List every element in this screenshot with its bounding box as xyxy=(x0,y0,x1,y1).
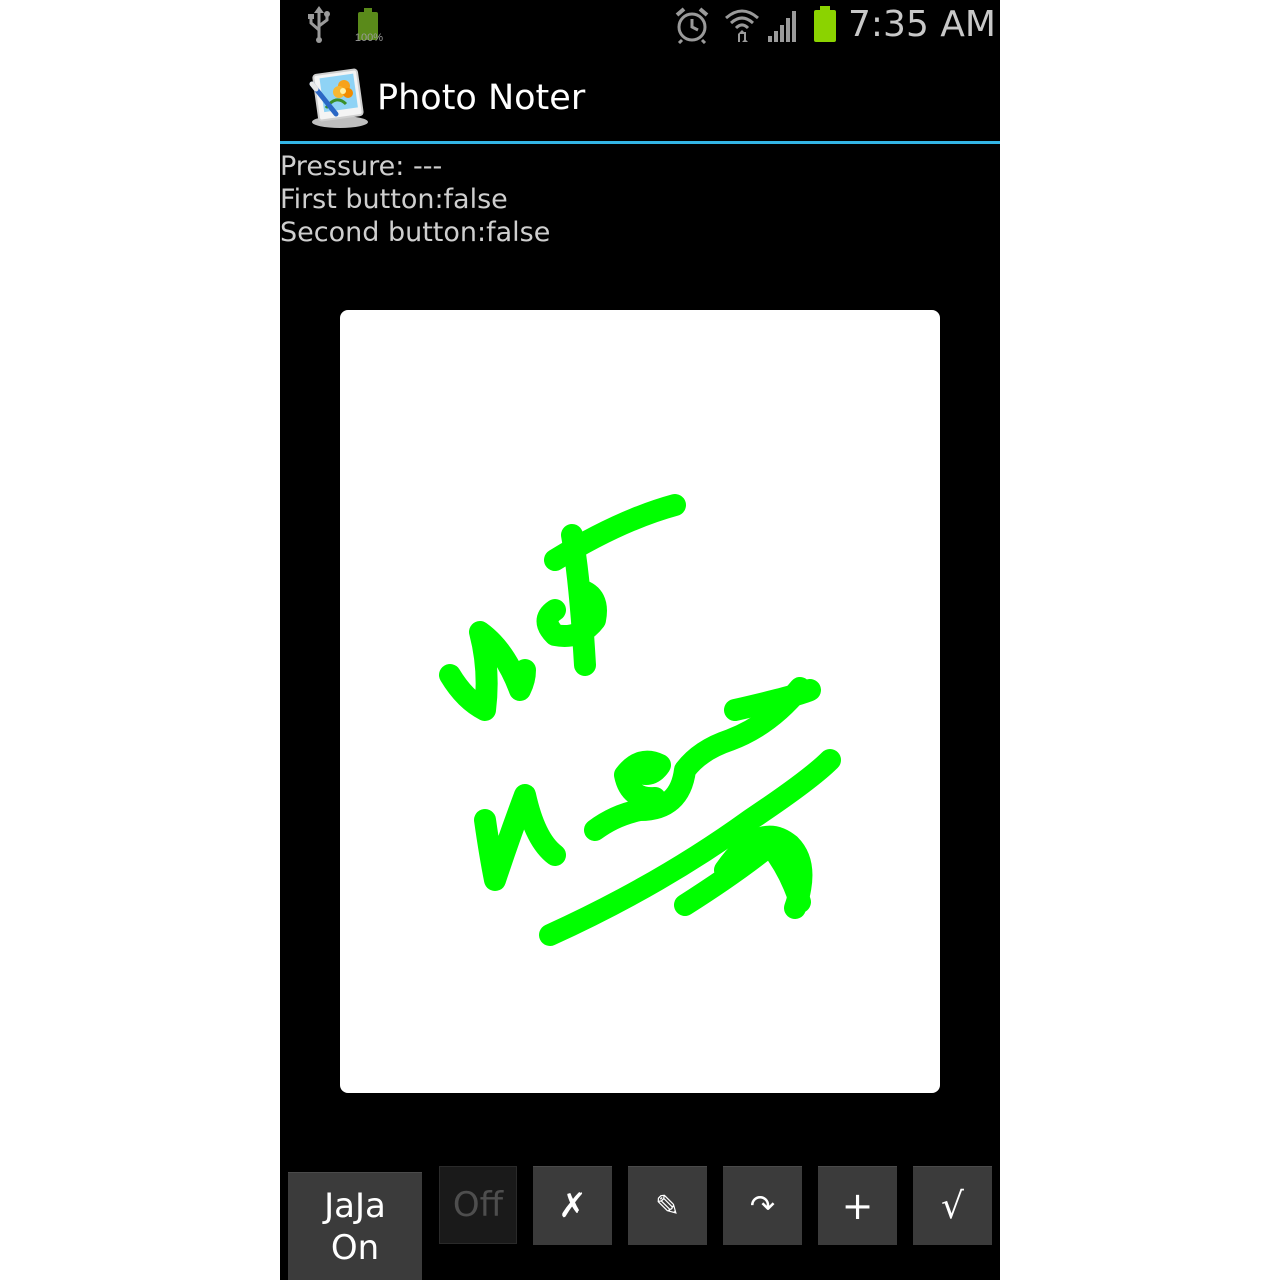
usb-icon xyxy=(306,6,332,44)
bottom-toolbar: JaJa On Off ✗ ✎ ↷ + √ xyxy=(280,1160,1000,1280)
photo-noter-app-icon[interactable] xyxy=(306,64,370,130)
first-button-label: First button:false xyxy=(280,184,508,215)
ink-strokes xyxy=(439,494,841,946)
action-bar: Photo Noter xyxy=(280,50,1000,144)
off-button[interactable]: Off xyxy=(439,1166,517,1244)
done-button[interactable]: √ xyxy=(913,1166,992,1245)
pen-info-panel: Pressure: --- First button:false Second … xyxy=(280,150,550,249)
signal-strength-icon xyxy=(766,8,802,44)
battery-percent-label: 100% xyxy=(354,32,384,44)
pressure-label: Pressure: --- xyxy=(280,151,443,182)
jaja-toggle-button[interactable]: JaJa On xyxy=(288,1172,422,1280)
redo-icon[interactable]: ↷ xyxy=(723,1166,802,1245)
clear-button[interactable]: ✗ xyxy=(533,1166,612,1245)
status-clock: 7:35 AM xyxy=(848,4,996,45)
battery-icon xyxy=(812,6,838,44)
jaja-label: JaJa xyxy=(324,1185,386,1226)
jaja-state-label: On xyxy=(330,1227,380,1268)
status-bar: 100% 7:35 AM xyxy=(280,0,1000,50)
phone-screen: 100% 7:35 AM Photo Noter Pressure: --- F… xyxy=(280,0,1000,1280)
app-title: Photo Noter xyxy=(377,78,586,118)
second-button-label: Second button:false xyxy=(280,217,551,248)
drawing-canvas[interactable] xyxy=(340,310,940,1093)
battery-full-icon: 100% xyxy=(352,8,384,46)
wifi-icon xyxy=(724,6,760,44)
add-button[interactable]: + xyxy=(818,1166,897,1245)
pencil-icon[interactable]: ✎ xyxy=(628,1166,707,1245)
alarm-icon xyxy=(674,6,710,45)
